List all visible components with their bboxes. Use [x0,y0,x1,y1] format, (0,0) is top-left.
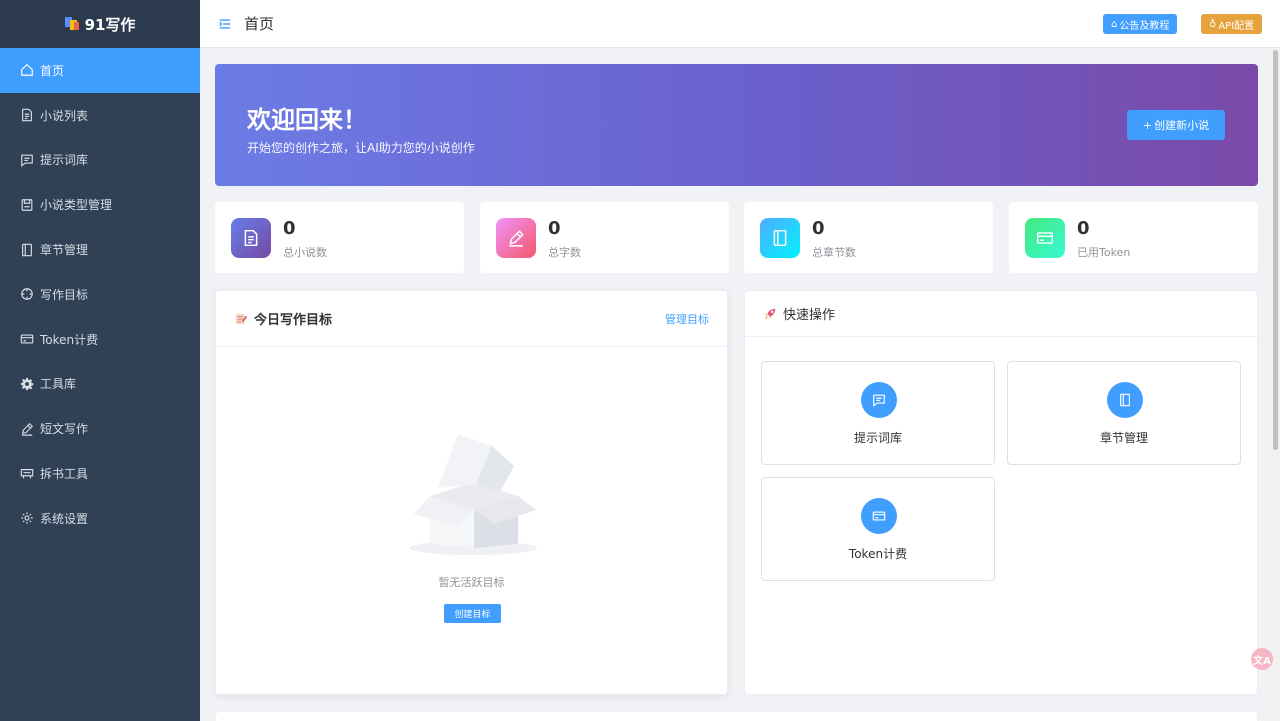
home-icon [20,63,34,77]
stat-value: 0 [812,218,825,239]
empty-goals-text: 暂无活跃目标 [438,576,505,589]
sidebar-item-book-breakdown[interactable]: 拆书工具 [0,451,200,496]
welcome-subtitle: 开始您的创作之旅，让AI助力您的小说创作 [247,141,475,155]
chat-icon [20,153,34,167]
quick-action-chapters[interactable]: 章节管理 [1007,361,1241,465]
stat-value: 0 [548,218,561,239]
target-icon [20,287,34,301]
sidebar: 91写作 首页 小说列表 提示词库 小说类型管理 章节管理 写作目标 Token… [0,0,200,721]
sidebar-item-token[interactable]: Token计费 [0,317,200,362]
stat-label: 总章节数 [812,246,856,259]
bottom-card [215,711,1258,721]
app-logo[interactable]: 91写作 [0,0,200,48]
menu-toggle-icon[interactable] [218,17,232,31]
translate-icon[interactable]: 文A [1251,648,1273,670]
card-header: 今日写作目标 管理目标 [216,291,727,347]
stat-label: 已用Token [1077,246,1131,259]
sidebar-item-label: 系统设置 [40,511,89,526]
sidebar-item-genre[interactable]: 小说类型管理 [0,182,200,227]
sidebar-item-short-writing[interactable]: 短文写作 [0,406,200,451]
empty-box-illustration [409,434,537,555]
manage-goals-link[interactable]: 管理目标 [665,311,709,327]
document-icon [20,108,34,122]
quick-action-label: 提示词库 [853,431,902,445]
sidebar-item-label: 工具库 [40,377,77,392]
gear-icon [20,377,34,391]
memo-icon [234,312,248,326]
sidebar-item-tools[interactable]: 工具库 [0,362,200,407]
scrollbar-thumb[interactable] [1273,50,1278,450]
sidebar-item-chapters[interactable]: 章节管理 [0,227,200,272]
save-icon [20,198,34,212]
welcome-title: 欢迎回来！ [247,106,367,134]
api-config-button[interactable]: ♁ API配置 [1201,14,1263,34]
sidebar-item-home[interactable]: 首页 [0,48,200,93]
pen-icon [496,218,536,258]
sidebar-item-label: 首页 [40,63,65,78]
notebook-icon [760,218,800,258]
stat-card-words: 0 总字数 [480,202,729,273]
stat-card-tokens: 0 已用Token [1009,202,1258,273]
chat-icon [861,382,897,418]
stat-card-chapters: 0 总章节数 [744,202,993,273]
rocket-icon [763,307,777,321]
drop-icon: ♁ [1209,18,1217,30]
create-novel-button[interactable]: + 创建新小说 [1127,110,1225,140]
sidebar-item-prompts[interactable]: 提示词库 [0,138,200,183]
quick-action-prompts[interactable]: 提示词库 [761,361,995,465]
stat-label: 总字数 [548,246,581,259]
welcome-banner: 欢迎回来！ 开始您的创作之旅，让AI助力您的小说创作 + 创建新小说 [215,64,1258,186]
sidebar-item-label: Token计费 [40,332,99,347]
credit-card-icon [20,332,34,346]
top-header: 首页 ⌂ 公告及教程 ♁ API配置 [200,0,1280,48]
bell-icon: ⌂ [1111,18,1118,30]
sidebar-item-goals[interactable]: 写作目标 [0,272,200,317]
notebook-icon [1107,382,1143,418]
notice-tutorial-button[interactable]: ⌂ 公告及教程 [1103,14,1178,34]
quick-actions-card: 快速操作 提示词库 章节管理 Token计费 [744,290,1258,695]
credit-card-icon [861,498,897,534]
pen-icon [20,422,34,436]
sidebar-item-novel-list[interactable]: 小说列表 [0,93,200,138]
sidebar-item-label: 写作目标 [40,287,89,302]
quick-action-label: Token计费 [848,547,908,561]
card-title: 快速操作 [763,304,835,323]
sidebar-item-label: 章节管理 [40,243,89,258]
quick-action-token[interactable]: Token计费 [761,477,995,581]
notebook-icon [20,243,34,257]
stat-card-novels: 0 总小说数 [215,202,464,273]
notice-button-label: 公告及教程 [1119,20,1170,32]
document-icon [231,218,271,258]
stat-value: 0 [283,218,296,239]
logo-text: 91写作 [84,15,136,34]
sidebar-item-label: 拆书工具 [40,467,89,482]
settings-icon [20,511,34,525]
quick-action-label: 章节管理 [1099,431,1148,445]
create-novel-label: 创建新小说 [1154,119,1210,132]
plus-icon: + [1142,118,1153,132]
sidebar-item-label: 提示词库 [40,153,89,168]
sidebar-item-label: 小说列表 [40,108,89,123]
goal-title: 今日写作目标 [254,313,333,328]
create-goal-button[interactable]: 创建目标 [444,604,501,623]
cart-icon [20,467,34,481]
logo-icon [64,17,79,31]
daily-goal-card: 今日写作目标 管理目标 暂无活跃目标 创建目标 [215,290,728,695]
sidebar-item-label: 短文写作 [40,422,89,437]
page-title: 首页 [244,15,275,33]
sidebar-item-label: 小说类型管理 [40,198,113,213]
sidebar-item-settings[interactable]: 系统设置 [0,496,200,541]
stat-label: 总小说数 [283,246,327,259]
api-button-label: API配置 [1218,20,1255,32]
card-header: 快速操作 [745,291,1257,337]
quick-title: 快速操作 [783,308,836,323]
credit-card-icon [1025,218,1065,258]
card-title: 今日写作目标 [234,309,332,328]
stat-value: 0 [1077,218,1090,239]
